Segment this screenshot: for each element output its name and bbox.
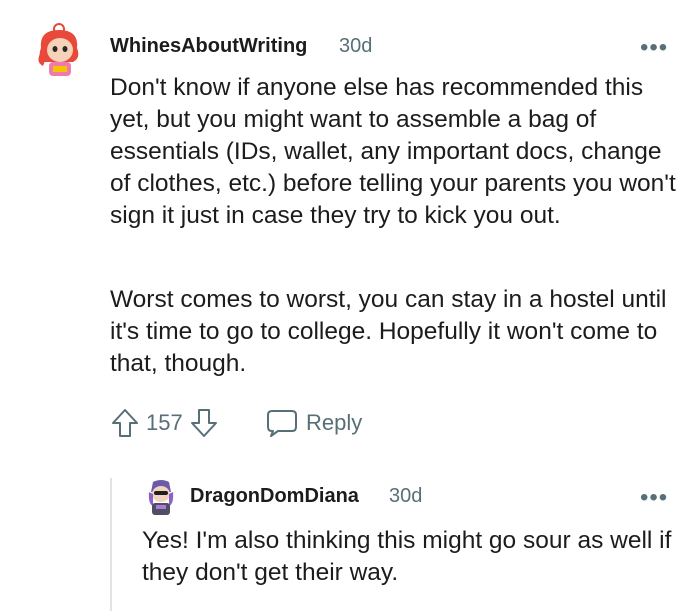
reply-username[interactable]: DragonDomDiana — [190, 485, 359, 508]
reply-label: Reply — [306, 410, 363, 435]
user-avatar-image — [38, 23, 79, 76]
reply-button[interactable]: Reply — [266, 407, 362, 439]
thread-line[interactable] — [110, 478, 112, 611]
downvote-icon — [190, 409, 217, 437]
comment-more-options-button[interactable]: ••• — [640, 36, 668, 60]
more-options-icon: ••• — [640, 34, 669, 61]
reply-text: Yes! I'm also thinking this might go sou… — [142, 527, 672, 586]
avatar[interactable] — [33, 22, 85, 80]
downvote-button[interactable] — [189, 407, 219, 439]
comment-username[interactable]: WhinesAboutWriting — [110, 35, 307, 58]
reply-timestamp: 30d — [389, 485, 423, 507]
vote-score: 157 — [146, 410, 183, 435]
reply-avatar-image — [148, 480, 174, 515]
upvote-button[interactable] — [110, 407, 140, 439]
reply-avatar[interactable] — [144, 478, 178, 516]
more-options-icon: ••• — [640, 484, 669, 511]
comment-bubble-icon — [267, 410, 297, 437]
comment-timestamp: 30d — [339, 35, 373, 57]
upvote-icon — [112, 409, 138, 437]
comment-paragraph-1: Don't know if anyone else has recommende… — [110, 74, 676, 229]
vote-controls: 157 — [110, 407, 219, 439]
comment-paragraph-2: Worst comes to worst, you can stay in a … — [110, 286, 667, 377]
reply-more-options-button[interactable]: ••• — [640, 486, 668, 510]
